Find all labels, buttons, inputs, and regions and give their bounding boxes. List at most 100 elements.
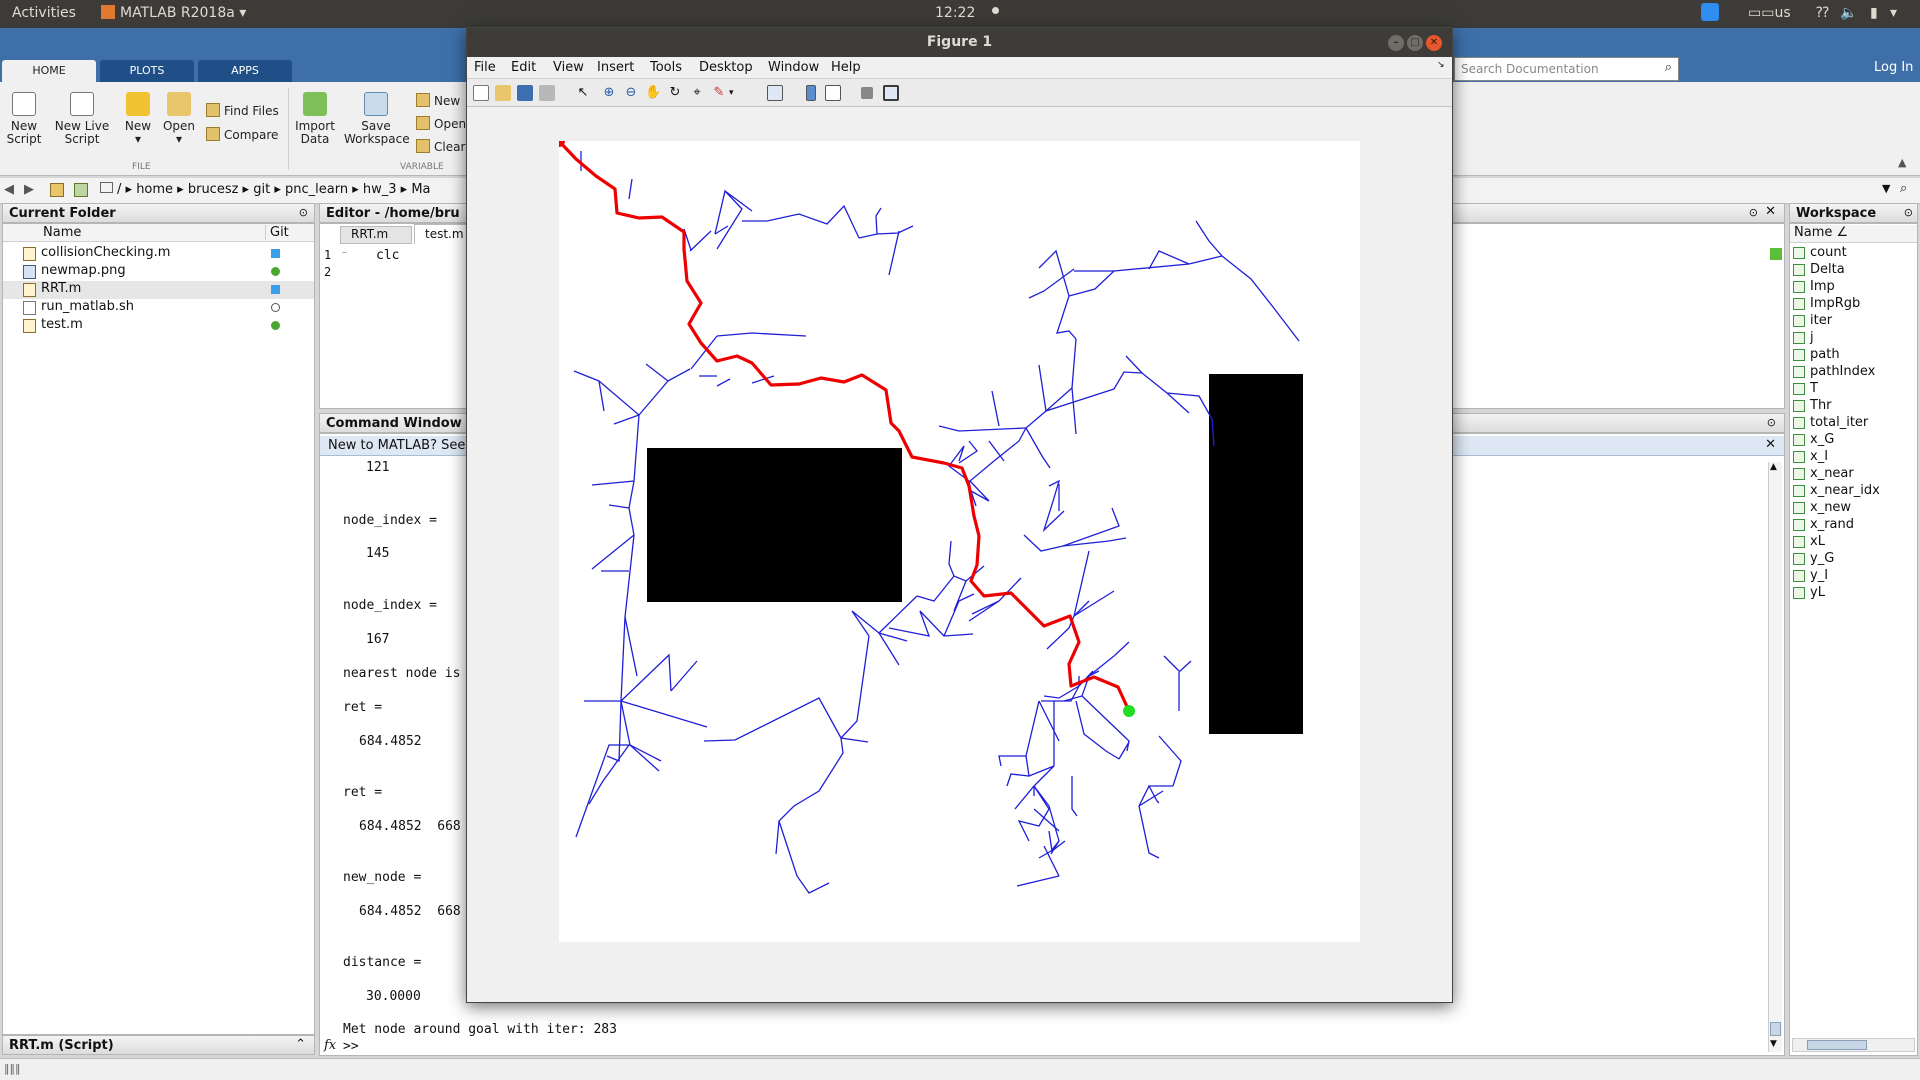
dock-icon[interactable]: ↘ — [1437, 60, 1445, 70]
close-icon[interactable]: ✕ — [1426, 35, 1442, 51]
find-files-button[interactable]: Find Files — [206, 103, 279, 118]
workspace-variable[interactable]: path — [1793, 347, 1840, 362]
scroll-down-icon[interactable]: ▼ — [1770, 1039, 1777, 1049]
new-button[interactable]: New ▾ — [122, 92, 154, 146]
open-variable-button[interactable]: Open — [416, 116, 466, 131]
breadcrumb-item[interactable]: hw_3 — [363, 182, 397, 197]
workspace-variable[interactable]: xL — [1793, 534, 1825, 549]
back-icon[interactable]: ◀ — [4, 182, 14, 197]
workspace-variable[interactable]: T — [1793, 381, 1818, 396]
keyboard-layout[interactable]: ▭▭us — [1748, 5, 1791, 21]
figure-window[interactable]: Figure 1 – □ ✕ File Edit View Insert Too… — [466, 27, 1453, 1003]
breadcrumb[interactable]: / ▸ home ▸ brucesz ▸ git ▸ pnc_learn ▸ h… — [100, 182, 460, 200]
menu-insert[interactable]: Insert — [597, 60, 634, 75]
close-icon[interactable]: ✕ — [1765, 204, 1776, 219]
figure-titlebar[interactable]: Figure 1 – □ ✕ — [467, 28, 1452, 57]
git-column-header[interactable]: Git — [265, 225, 289, 240]
print-icon[interactable] — [539, 85, 555, 101]
login-button[interactable]: Log In — [1874, 60, 1913, 75]
colorbar-icon[interactable] — [806, 85, 816, 101]
workspace-variable[interactable]: j — [1793, 330, 1814, 345]
expand-details-icon[interactable]: ⌃ — [295, 1037, 306, 1052]
panel-menu-icon[interactable]: ⊙ — [299, 206, 308, 219]
pointer-icon[interactable]: ↖ — [575, 85, 591, 101]
workspace-variable[interactable]: Delta — [1793, 262, 1845, 277]
file-row[interactable]: test.m — [23, 317, 83, 333]
workspace-variable[interactable]: count — [1793, 245, 1847, 260]
compare-button[interactable]: Compare — [206, 127, 278, 142]
menu-edit[interactable]: Edit — [511, 60, 536, 75]
up-folder-icon[interactable] — [50, 183, 64, 197]
workspace-variable[interactable]: yL — [1793, 585, 1825, 600]
menu-file[interactable]: File — [474, 60, 496, 75]
tab-home[interactable]: HOME — [2, 60, 96, 82]
panel-menu-icon[interactable]: ⊙ — [1749, 206, 1758, 219]
menu-view[interactable]: View — [553, 60, 584, 75]
collapse-ribbon-icon[interactable]: ▲ — [1898, 156, 1906, 169]
search-documentation-input[interactable]: Search Documentation ⌕ — [1454, 57, 1679, 81]
workspace-variable[interactable]: x_new — [1793, 500, 1851, 515]
name-column-header[interactable]: Name — [1794, 225, 1832, 240]
open-file-icon[interactable] — [495, 85, 511, 101]
open-button[interactable]: Open ▾ — [162, 92, 196, 146]
save-icon[interactable] — [517, 85, 533, 101]
breadcrumb-item[interactable]: brucesz — [188, 182, 239, 197]
show-plot-tools-icon[interactable] — [883, 85, 899, 101]
new-variable-button[interactable]: New — [416, 93, 460, 108]
folder-search-icon[interactable]: ⌕ — [1900, 181, 1907, 196]
minimize-icon[interactable]: – — [1388, 35, 1404, 51]
close-banner-icon[interactable]: ✕ — [1765, 437, 1776, 452]
workspace-variable[interactable]: x_I — [1793, 449, 1828, 464]
file-row[interactable]: run_matlab.sh — [23, 299, 134, 315]
volume-icon[interactable]: 🔈 — [1840, 5, 1857, 21]
workspace-variable[interactable]: Thr — [1793, 398, 1832, 413]
breadcrumb-item[interactable]: git — [253, 182, 270, 197]
tab-apps[interactable]: APPS — [198, 60, 292, 82]
accessibility-icon[interactable]: ⁇ — [1816, 5, 1829, 21]
file-row[interactable]: RRT.m — [23, 281, 81, 297]
data-cursor-icon[interactable]: ⌖ — [689, 85, 705, 101]
rotate-icon[interactable]: ↻ — [667, 85, 683, 101]
browse-folder-icon[interactable] — [74, 183, 88, 197]
workspace-variable[interactable]: pathIndex — [1793, 364, 1875, 379]
file-row[interactable]: collisionChecking.m — [23, 245, 170, 261]
app-menu[interactable]: MATLAB R2018a ▾ — [101, 5, 246, 21]
pan-icon[interactable]: ✋ — [645, 85, 661, 101]
workspace-variable[interactable]: ImpRgb — [1793, 296, 1860, 311]
import-data-button[interactable]: Import Data — [294, 92, 336, 146]
panel-menu-icon[interactable]: ⊙ — [1904, 206, 1913, 219]
editor-tab[interactable]: RRT.m — [340, 226, 412, 244]
system-menu-icon[interactable]: ▾ — [1890, 5, 1897, 21]
workspace-variable[interactable]: x_near_idx — [1793, 483, 1880, 498]
code-line[interactable]: clc — [376, 248, 399, 263]
maximize-icon[interactable]: □ — [1407, 35, 1423, 51]
address-dropdown-icon[interactable]: ▼ — [1882, 182, 1890, 195]
breadcrumb-item[interactable]: home — [136, 182, 173, 197]
workspace-variable[interactable]: y_G — [1793, 551, 1834, 566]
workspace-variable[interactable]: y_I — [1793, 568, 1828, 583]
workspace-variable[interactable]: total_iter — [1793, 415, 1868, 430]
zoom-out-icon[interactable]: ⊖ — [623, 85, 639, 101]
new-live-script-button[interactable]: New Live Script — [50, 92, 114, 146]
code-analyzer-indicator[interactable] — [1770, 248, 1782, 260]
workspace-variable[interactable]: x_rand — [1793, 517, 1854, 532]
new-figure-icon[interactable] — [473, 85, 489, 101]
activities-button[interactable]: Activities — [12, 5, 76, 21]
link-plot-icon[interactable] — [767, 85, 783, 101]
legend-icon[interactable] — [825, 85, 841, 101]
workspace-variable[interactable]: x_G — [1793, 432, 1834, 447]
vertical-scrollbar[interactable]: ▲ ▼ — [1768, 462, 1782, 1052]
battery-icon[interactable]: ▮ — [1870, 5, 1878, 21]
function-browser-icon[interactable]: fx — [324, 1038, 336, 1053]
clock[interactable]: 12:22 — [935, 5, 975, 21]
new-script-button[interactable]: New Script — [6, 92, 42, 146]
breadcrumb-item[interactable]: Ma — [411, 182, 430, 197]
details-bar[interactable]: RRT.m (Script) ⌃ — [2, 1035, 315, 1055]
menu-window[interactable]: Window — [768, 60, 819, 75]
menu-tools[interactable]: Tools — [650, 60, 682, 75]
zoom-in-icon[interactable]: ⊕ — [601, 85, 617, 101]
save-workspace-button[interactable]: Save Workspace — [344, 92, 410, 146]
forward-icon[interactable]: ▶ — [24, 182, 34, 197]
file-row[interactable]: newmap.png — [23, 263, 126, 279]
name-column-header[interactable]: Name — [43, 225, 81, 240]
